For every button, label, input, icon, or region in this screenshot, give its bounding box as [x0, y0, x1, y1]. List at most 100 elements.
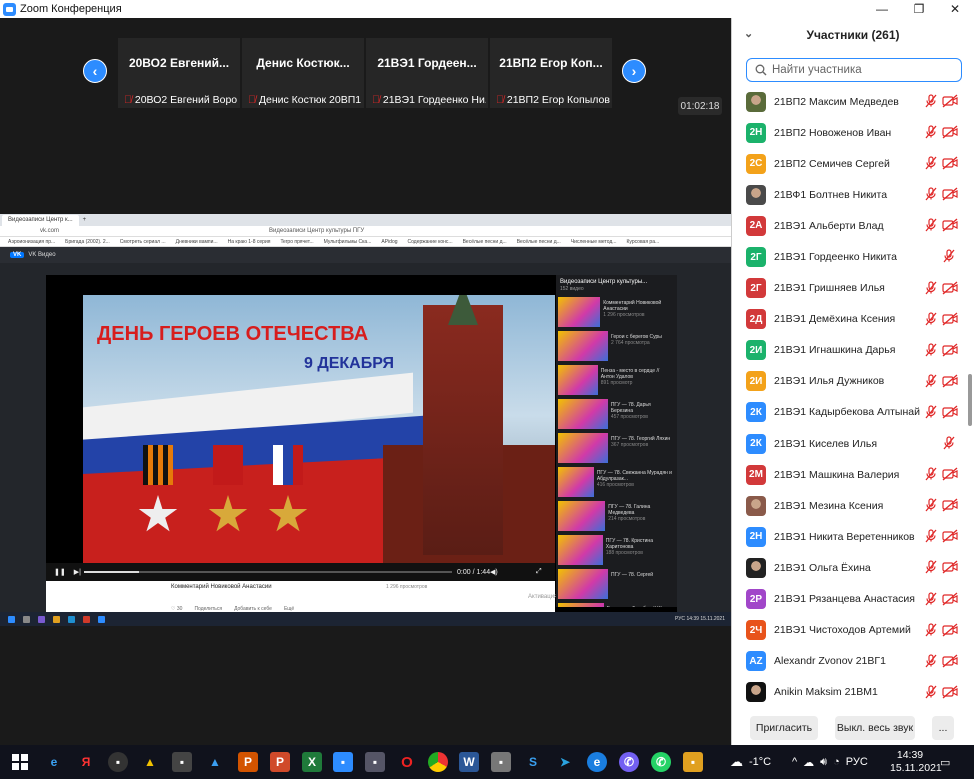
bookmark-item[interactable]: На краю 1-8 серия — [228, 239, 271, 245]
participant-row[interactable]: Anikin Maksim 21BM1 — [732, 677, 967, 708]
video-thumbnail[interactable]: 21ВЭ1 Гордеен... 🎙̸ 21ВЭ1 Гордеенко Ни... — [366, 38, 488, 108]
network-icon[interactable]: ◔ — [833, 756, 840, 768]
zoom-icon[interactable]: ▪ — [333, 752, 353, 772]
viber-icon[interactable]: ✆ — [619, 752, 639, 772]
participant-row[interactable]: 2И 21ВЭ1 Илья Дужников — [732, 366, 967, 397]
chevron-down-icon[interactable]: ⌄ — [744, 27, 753, 40]
participant-row[interactable]: 2К 21ВЭ1 Кадырбекова Алтынай — [732, 397, 967, 428]
video-progress-bar[interactable] — [84, 571, 452, 573]
next-page-button[interactable]: › — [622, 59, 646, 83]
avast-icon[interactable]: ▲ — [140, 752, 160, 772]
sidebar-video[interactable]: ПГУ — 78. Дарья Березина 457 просмотров — [556, 399, 677, 431]
bookmark-item[interactable]: APidog — [381, 239, 397, 245]
edge-icon[interactable]: e — [587, 752, 607, 772]
video-thumbnail[interactable]: 21ВП2 Егор Коп... 🎙̸ 21ВП2 Егор Копылов — [490, 38, 612, 108]
volume-icon[interactable]: 🔊︎ — [820, 756, 827, 769]
browser-tab[interactable]: Видеозаписи Центр к... — [2, 214, 79, 226]
bookmark-item[interactable]: Смотреть сериал ... — [120, 239, 166, 245]
participant-row[interactable]: AZ Alexandr Zvonov 21ВГ1 — [732, 646, 967, 677]
participant-row[interactable]: 2С 21ВП2 Семичев Сергей — [732, 148, 967, 179]
bookmark-item[interactable]: Terpo прячет... — [280, 239, 313, 245]
bookmark-item[interactable]: Дневники вампи... — [176, 239, 218, 245]
participant-search[interactable] — [746, 58, 962, 82]
restore-icon[interactable]: ❐ — [902, 0, 936, 18]
prev-page-button[interactable]: ‹ — [83, 59, 107, 83]
minimize-icon[interactable]: — — [865, 0, 899, 18]
participant-row[interactable]: 21ВЭ1 Ольга Ёхина — [732, 552, 967, 583]
sidebar-video[interactable]: Пенза - место в сердце // Антон Удалов 89… — [556, 365, 677, 397]
participant-row[interactable]: 2Р 21ВЭ1 Рязанцева Анастасия — [732, 584, 967, 615]
participant-row[interactable]: 21ВЭ1 Мезина Ксения — [732, 490, 967, 521]
browser-url[interactable]: vk.com — [40, 228, 59, 234]
participant-row[interactable]: 2Ч 21ВЭ1 Чистоходов Артемий — [732, 615, 967, 646]
bookmark-item[interactable]: Курсовая ра... — [626, 239, 659, 245]
weather-widget[interactable]: ☁ -1°C — [730, 745, 771, 779]
opera-icon[interactable]: O — [397, 752, 417, 772]
folder-icon[interactable]: ▪ — [683, 752, 703, 772]
sidebar-video[interactable]: Герои с берегов Суры 2 764 просмотра — [556, 331, 677, 363]
participant-row[interactable]: 2А 21ВЭ1 Альберти Влад — [732, 210, 967, 241]
participant-row[interactable]: 2Д 21ВЭ1 Демёхина Ксения — [732, 304, 967, 335]
bookmark-item[interactable]: Весёлые песни д... — [517, 239, 561, 245]
participant-row[interactable]: 2Н 21ВЭ1 Никита Веретенников — [732, 521, 967, 552]
sidebar-video[interactable]: ПГУ — 78. Георгий Ляхин 367 просмотров — [556, 433, 677, 465]
next-video-icon[interactable]: ▶| — [74, 568, 81, 576]
taskbar-clock[interactable]: 14:39 15.11.2021 — [890, 749, 942, 775]
thumbnail-label: 🎙̸ 20ВО2 Евгений Воро... — [124, 94, 238, 106]
participant-row[interactable]: 21ВП2 Максим Медведев — [732, 86, 967, 117]
app-icon[interactable]: ▪ — [108, 752, 128, 772]
windows-start-icon[interactable] — [10, 752, 30, 772]
participant-row[interactable]: 2И 21ВЭ1 Игнашкина Дарья — [732, 335, 967, 366]
scrollbar[interactable] — [967, 86, 973, 708]
skype-icon[interactable]: S — [523, 752, 543, 772]
bookmark-item[interactable]: Бригада (2002). 2... — [65, 239, 110, 245]
drive-icon[interactable]: ▲ — [205, 752, 225, 772]
bookmark-item[interactable]: Содержание конс... — [408, 239, 453, 245]
more-options-button[interactable]: ... — [932, 716, 954, 740]
telegram-icon[interactable]: ➤ — [555, 752, 575, 772]
bookmark-item[interactable]: Мультфильмы Ска... — [324, 239, 372, 245]
participant-row[interactable]: 2Г 21ВЭ1 Гришняев Илья — [732, 273, 967, 304]
mute-all-button[interactable]: Выкл. весь звук — [835, 716, 915, 740]
sidebar-video[interactable]: Комментарий Новиковой Анастасии 1 296 про… — [556, 297, 677, 329]
app-icon[interactable]: ▪ — [365, 752, 385, 772]
fullscreen-icon[interactable]: ⤢ — [536, 568, 542, 576]
participant-row[interactable]: 2М 21ВЭ1 Машкина Валерия — [732, 459, 967, 490]
cloud-sync-icon[interactable]: ☁ — [803, 756, 814, 769]
sidebar-video[interactable]: Елизавета Горобец // Жди меня83 просмотр… — [556, 603, 677, 607]
chevron-up-icon[interactable]: ^ — [792, 756, 797, 768]
participant-row[interactable]: 21ВФ1 Болтнев Никита — [732, 179, 967, 210]
sidebar-video[interactable]: ПГУ — 78. Галина Медведева 214 просмотров — [556, 501, 677, 533]
bookmark-item[interactable]: Численные метод... — [571, 239, 617, 245]
pause-icon[interactable]: ❚❚ — [54, 568, 66, 576]
app-icon[interactable]: ▪ — [172, 752, 192, 772]
participant-row[interactable]: 2Н 21ВП2 Новоженов Иван — [732, 117, 967, 148]
search-input[interactable] — [772, 64, 952, 76]
sidebar-video[interactable]: ПГУ — 78. Сергей — [556, 569, 677, 601]
chrome-icon[interactable] — [428, 752, 448, 772]
participant-row[interactable]: 2К 21ВЭ1 Киселев Илья — [732, 428, 967, 459]
sidebar-video[interactable]: ПГУ — 78. Кристина Харитонова 188 просмот… — [556, 535, 677, 567]
app-icon[interactable]: ▪ — [491, 752, 511, 772]
volume-icon[interactable]: ◀) — [490, 568, 498, 576]
notifications-icon[interactable]: ▭ — [940, 745, 950, 779]
participant-name: 21ВЭ1 Чистоходов Артемий — [774, 624, 911, 637]
language-indicator[interactable]: РУС — [846, 756, 868, 768]
video-thumbnail[interactable]: 20ВО2 Евгений... 🎙̸ 20ВО2 Евгений Воро... — [118, 38, 240, 108]
powerpoint-icon[interactable]: P — [238, 752, 258, 772]
excel-icon[interactable]: X — [302, 752, 322, 772]
close-icon[interactable]: ✕ — [938, 0, 972, 18]
video-frame[interactable]: ДЕНЬ ГЕРОЕВ ОТЕЧЕСТВА 9 ДЕКАБРЯ — [83, 295, 555, 563]
video-thumbnail[interactable]: Денис Костюк... 🎙̸ Денис Костюк 20ВП1 — [242, 38, 364, 108]
bookmark-item[interactable]: Аэроионизация пр... — [8, 239, 55, 245]
app-icon[interactable]: P — [270, 752, 290, 772]
participant-row[interactable]: 2Г 21ВЭ1 Гордеенко Никита — [732, 241, 967, 272]
yandex-icon[interactable]: Я — [76, 752, 96, 772]
ie-icon[interactable]: e — [44, 752, 64, 772]
bookmark-item[interactable]: Весёлые песни д... — [463, 239, 507, 245]
word-icon[interactable]: W — [459, 752, 479, 772]
sidebar-video[interactable]: ПГУ — 78. Свежанна Мурадян и Абдулразак.… — [556, 467, 677, 499]
new-tab-icon[interactable]: + — [83, 217, 87, 223]
whatsapp-icon[interactable]: ✆ — [651, 752, 671, 772]
invite-button[interactable]: Пригласить — [750, 716, 818, 740]
